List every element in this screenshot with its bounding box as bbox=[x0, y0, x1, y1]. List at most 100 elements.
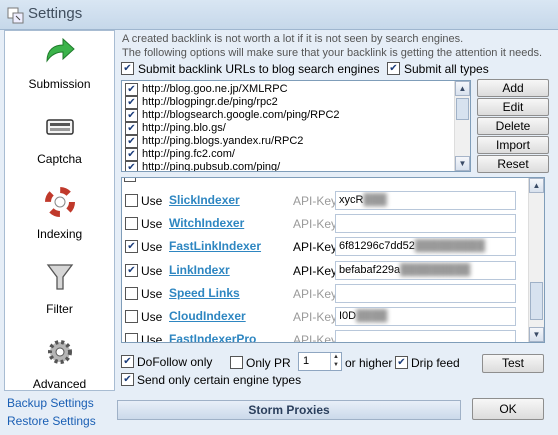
list-item[interactable]: http://ping.pubsub.com/ping/ bbox=[125, 161, 280, 171]
use-label: Use bbox=[141, 194, 163, 208]
sidebar-item-advanced[interactable]: Advanced bbox=[5, 331, 114, 405]
api-key-label: API-Key bbox=[293, 217, 338, 231]
use-label: Use bbox=[141, 333, 163, 343]
pr-value-stepper[interactable]: 1 ▲ ▼ bbox=[298, 352, 342, 371]
use-checkbox[interactable] bbox=[125, 310, 138, 323]
only-pr-checkbox[interactable] bbox=[230, 356, 243, 369]
ok-button[interactable]: OK bbox=[472, 398, 544, 420]
use-label: Use bbox=[141, 217, 163, 231]
api-key-label: API-Key bbox=[293, 287, 338, 301]
ping-url-list[interactable]: http://blog.goo.ne.jp/XMLRPC http://blog… bbox=[121, 80, 471, 172]
api-key-field[interactable]: xycR███ bbox=[335, 191, 516, 210]
drip-feed-checkbox[interactable] bbox=[395, 356, 408, 369]
list-item[interactable]: http://ping.fc2.com/ bbox=[125, 148, 235, 161]
table-row: Use CloudIndexer API-Key I0D████ bbox=[122, 306, 528, 328]
import-button[interactable]: Import bbox=[477, 136, 549, 154]
use-checkbox[interactable] bbox=[125, 217, 138, 230]
indexer-link[interactable]: CloudIndexer bbox=[169, 309, 246, 323]
use-label: Use bbox=[141, 264, 163, 278]
table-row: Use LinkIndexr API-Key befabaf229a██████… bbox=[122, 260, 528, 282]
scroll-down-arrow-icon[interactable]: ▼ bbox=[529, 327, 544, 342]
api-key-field[interactable]: 6f81296c7dd52█████████ bbox=[335, 237, 516, 256]
submit-all-types-label: Submit all types bbox=[404, 62, 489, 76]
scroll-down-arrow-icon[interactable]: ▼ bbox=[455, 156, 470, 171]
title-bar: Settings bbox=[0, 0, 558, 30]
use-checkbox[interactable] bbox=[125, 264, 138, 277]
submit-all-types-checkbox[interactable] bbox=[387, 62, 400, 75]
url-checkbox[interactable] bbox=[125, 135, 138, 148]
engine-types-label: Send only certain engine types bbox=[137, 373, 302, 387]
dofollow-only-label: DoFollow only bbox=[137, 355, 213, 369]
list-item[interactable]: http://blog.goo.ne.jp/XMLRPC bbox=[125, 83, 288, 96]
indexer-list-scrollbar[interactable]: ▲ ▼ bbox=[528, 178, 544, 342]
api-key-field[interactable] bbox=[335, 330, 516, 342]
sidebar-item-indexing[interactable]: Indexing bbox=[5, 181, 114, 255]
url-checkbox[interactable] bbox=[125, 83, 138, 96]
sidebar-item-label: Captcha bbox=[37, 152, 82, 166]
sidebar-item-label: Indexing bbox=[36, 227, 83, 241]
partial-checkbox bbox=[124, 178, 136, 182]
scroll-up-arrow-icon[interactable]: ▲ bbox=[529, 178, 544, 193]
api-key-field[interactable]: befabaf229a█████████ bbox=[335, 261, 516, 280]
url-text: http://ping.blogs.yandex.ru/RPC2 bbox=[142, 135, 304, 147]
url-checkbox[interactable] bbox=[125, 96, 138, 109]
use-checkbox[interactable] bbox=[125, 240, 138, 253]
submit-blog-search-checkbox[interactable] bbox=[121, 62, 134, 75]
table-row: Use FastIndexerPro API-Key bbox=[122, 329, 528, 343]
sidebar-item-submission[interactable]: Submission bbox=[5, 31, 114, 105]
use-label: Use bbox=[141, 287, 163, 301]
keyboard-icon bbox=[46, 119, 74, 135]
dofollow-only-checkbox[interactable] bbox=[121, 355, 134, 368]
indexer-list[interactable]: Use SlickIndexer API-Key xycR███ Use Wit… bbox=[121, 177, 545, 343]
api-key-label: API-Key bbox=[293, 264, 338, 278]
url-checkbox[interactable] bbox=[125, 109, 138, 122]
settings-app-icon bbox=[7, 7, 24, 24]
lifebuoy-icon bbox=[45, 187, 75, 217]
list-item[interactable]: http://blogpingr.de/ping/rpc2 bbox=[125, 96, 278, 109]
use-checkbox[interactable] bbox=[125, 333, 138, 342]
submit-blog-search-label: Submit backlink URLs to blog search engi… bbox=[138, 62, 380, 76]
window-title: Settings bbox=[28, 5, 83, 22]
url-checkbox[interactable] bbox=[125, 161, 138, 171]
engine-types-checkbox[interactable] bbox=[121, 373, 134, 386]
delete-button[interactable]: Delete bbox=[477, 117, 549, 135]
sidebar-item-filter[interactable]: Filter bbox=[5, 256, 114, 330]
url-list-scrollbar[interactable]: ▲ ▼ bbox=[454, 81, 470, 171]
green-arrow-icon bbox=[46, 37, 75, 63]
test-button[interactable]: Test bbox=[482, 354, 544, 373]
only-pr-label: Only PR bbox=[246, 356, 291, 370]
drip-feed-label: Drip feed bbox=[411, 356, 460, 370]
table-row: Use SlickIndexer API-Key xycR███ bbox=[122, 190, 528, 212]
sidebar: Submission Captcha Indexing Filter Advan… bbox=[4, 30, 115, 391]
use-label: Use bbox=[141, 310, 163, 324]
restore-settings-link[interactable]: Restore Settings bbox=[7, 414, 96, 428]
backup-settings-link[interactable]: Backup Settings bbox=[7, 396, 94, 410]
list-item[interactable]: http://blogsearch.google.com/ping/RPC2 bbox=[125, 109, 340, 122]
sidebar-item-captcha[interactable]: Captcha bbox=[5, 106, 114, 180]
indexer-link[interactable]: LinkIndexr bbox=[169, 263, 230, 277]
indexer-link[interactable]: WitchIndexer bbox=[169, 216, 244, 230]
scroll-up-arrow-icon[interactable]: ▲ bbox=[455, 81, 470, 96]
stepper-arrows-icon[interactable]: ▲ ▼ bbox=[330, 353, 341, 370]
indexer-link[interactable]: SlickIndexer bbox=[169, 193, 240, 207]
url-text: http://blogpingr.de/ping/rpc2 bbox=[142, 96, 278, 108]
indexer-link[interactable]: Speed Links bbox=[169, 286, 240, 300]
url-checkbox[interactable] bbox=[125, 122, 138, 135]
scroll-thumb[interactable] bbox=[530, 282, 543, 320]
edit-button[interactable]: Edit bbox=[477, 98, 549, 116]
use-checkbox[interactable] bbox=[125, 194, 138, 207]
use-checkbox[interactable] bbox=[125, 287, 138, 300]
indexer-link[interactable]: FastLinkIndexer bbox=[169, 239, 261, 253]
reset-button[interactable]: Reset bbox=[477, 155, 549, 173]
url-text: http://blogsearch.google.com/ping/RPC2 bbox=[142, 109, 340, 121]
url-checkbox[interactable] bbox=[125, 148, 138, 161]
api-key-field[interactable]: I0D████ bbox=[335, 307, 516, 326]
sidebar-item-label: Advanced bbox=[32, 377, 87, 391]
list-item[interactable]: http://ping.blo.gs/ bbox=[125, 122, 226, 135]
list-item[interactable]: http://ping.blogs.yandex.ru/RPC2 bbox=[125, 135, 303, 148]
add-button[interactable]: Add bbox=[477, 79, 549, 97]
api-key-field[interactable] bbox=[335, 284, 516, 303]
indexer-link[interactable]: FastIndexerPro bbox=[169, 332, 256, 342]
scroll-thumb[interactable] bbox=[456, 98, 469, 120]
api-key-field[interactable] bbox=[335, 214, 516, 233]
